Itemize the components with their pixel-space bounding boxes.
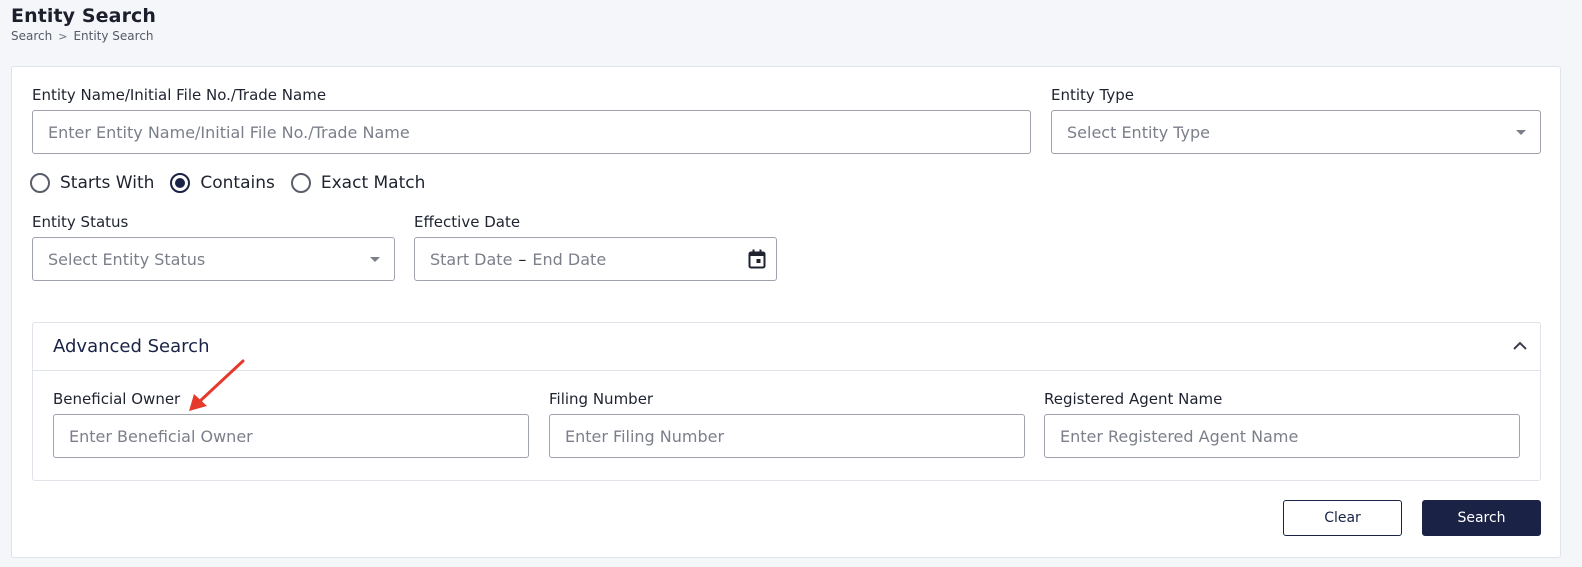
breadcrumb-item-search[interactable]: Search [11, 29, 52, 43]
calendar-icon[interactable] [748, 249, 766, 269]
match-mode-radio-group: Starts With Contains Exact Match [30, 173, 441, 193]
advanced-search-panel: Advanced Search Beneficial Owner Filing … [32, 322, 1541, 481]
radio-starts-with[interactable]: Starts With [30, 173, 154, 193]
filing-number-input[interactable] [549, 414, 1025, 458]
advanced-search-header[interactable]: Advanced Search [33, 323, 1540, 371]
chevron-down-icon [370, 257, 380, 262]
breadcrumb-separator: > [58, 29, 68, 43]
registered-agent-name-input[interactable] [1044, 414, 1520, 458]
entity-type-label: Entity Type [1051, 86, 1135, 104]
radio-contains[interactable]: Contains [170, 173, 275, 193]
radio-exact-match-circle[interactable] [290, 173, 311, 193]
entity-status-placeholder: Select Entity Status [48, 249, 206, 269]
date-range-text: Start Date – End Date [430, 250, 606, 269]
date-range-separator: – [518, 249, 527, 269]
radio-starts-with-label: Starts With [60, 173, 155, 193]
entity-name-label: Entity Name/Initial File No./Trade Name [32, 86, 327, 104]
search-button[interactable]: Search [1422, 500, 1541, 536]
radio-starts-with-circle[interactable] [30, 173, 50, 193]
entity-type-placeholder: Select Entity Type [1067, 122, 1210, 142]
breadcrumb-item-entity-search: Entity Search [73, 29, 154, 43]
breadcrumb: Search > Entity Search [11, 29, 154, 43]
entity-type-select[interactable]: Select Entity Type [1051, 110, 1541, 154]
effective-date-label: Effective Date [414, 213, 521, 231]
radio-contains-label: Contains [200, 173, 275, 193]
beneficial-owner-label: Beneficial Owner [53, 390, 181, 408]
search-form-card: Entity Name/Initial File No./Trade Name … [11, 66, 1561, 558]
registered-agent-name-label: Registered Agent Name [1044, 390, 1223, 408]
effective-date-range-input[interactable]: Start Date – End Date [414, 237, 777, 281]
entity-name-input[interactable] [32, 110, 1031, 154]
advanced-search-title: Advanced Search [53, 336, 210, 357]
start-date-placeholder[interactable]: Start Date [430, 250, 512, 269]
filing-number-label: Filing Number [549, 390, 654, 408]
chevron-down-icon [1516, 130, 1526, 135]
radio-exact-match-label: Exact Match [320, 173, 426, 193]
radio-contains-circle[interactable] [170, 173, 191, 193]
entity-status-label: Entity Status [32, 213, 129, 231]
clear-button[interactable]: Clear [1283, 500, 1402, 536]
end-date-placeholder[interactable]: End Date [532, 250, 606, 269]
chevron-up-icon[interactable] [1512, 338, 1528, 354]
beneficial-owner-input[interactable] [53, 414, 529, 458]
page-title: Entity Search [11, 5, 157, 27]
radio-exact-match[interactable]: Exact Match [290, 173, 426, 193]
entity-status-select[interactable]: Select Entity Status [32, 237, 395, 281]
